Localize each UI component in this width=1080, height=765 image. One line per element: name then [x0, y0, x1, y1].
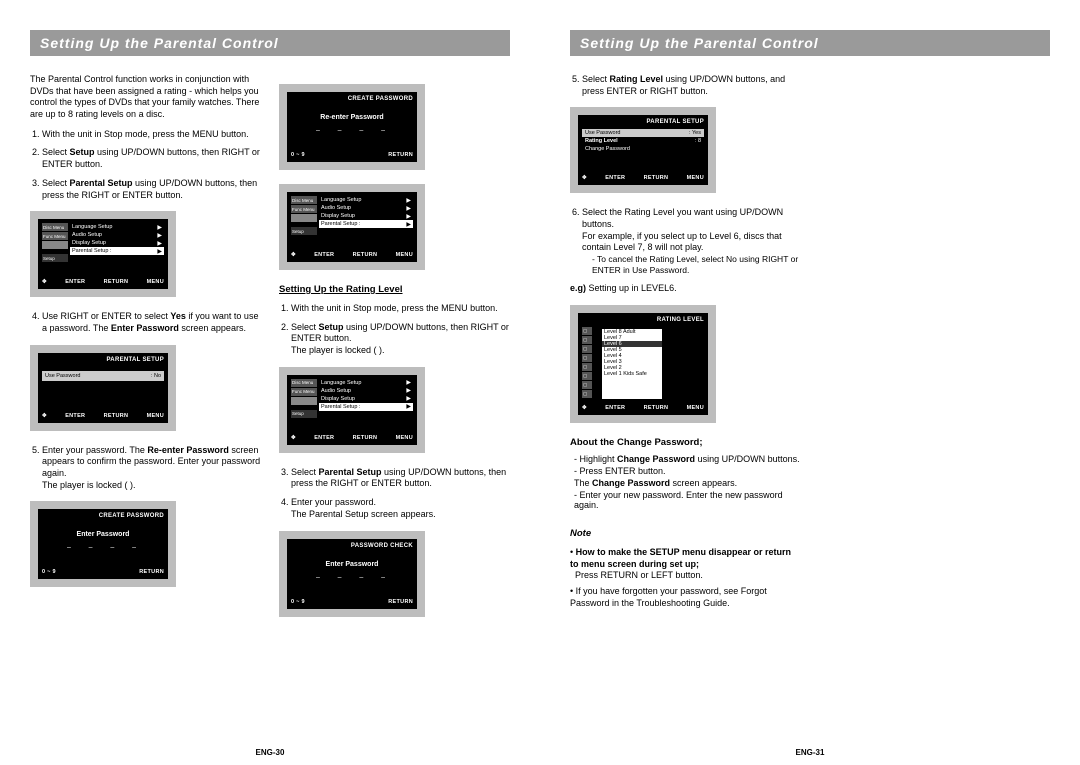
osd-rating-level: RATING LEVEL ▢▢▢▢▢▢▢▢ Level 8 Adult Leve…: [570, 305, 716, 423]
page-title-left: Setting Up the Parental Control: [30, 30, 510, 56]
r-step-2: Select Setup using UP/DOWN buttons, then…: [291, 322, 510, 357]
step-2: Select Setup using UP/DOWN buttons, then…: [42, 147, 261, 170]
osd-parental-no: PARENTAL SETUP Use Password: No ✥ENTERRE…: [30, 345, 176, 431]
osd-setup-menu-2: Disc Menu Func Menu Setup Language Setup…: [279, 184, 425, 270]
r-step-1: With the unit in Stop mode, press the ME…: [291, 303, 510, 315]
rating-level-heading: Setting Up the Rating Level: [279, 284, 510, 295]
r-step-4: Enter your password.The Parental Setup s…: [291, 497, 510, 520]
example-text: e.g) Setting up in LEVEL6.: [570, 283, 801, 295]
page-number-right: ENG-31: [540, 748, 1080, 757]
osd-password-check: PASSWORD CHECK Enter Password – – – – 0 …: [279, 531, 425, 617]
page-right: Setting Up the Parental Control Select R…: [540, 0, 1080, 765]
osd-parental-full: PARENTAL SETUP Use Password: Yes Rating …: [570, 107, 716, 193]
left-col-1: The Parental Control function works in c…: [30, 74, 261, 631]
note-heading: Note: [570, 528, 801, 539]
step-5: Enter your password. The Re-enter Passwo…: [42, 445, 261, 492]
about-change-password-head: About the Change Password;: [570, 437, 801, 448]
manual-spread: Setting Up the Parental Control The Pare…: [0, 0, 1080, 765]
osd-reenter-password: CREATE PASSWORD Re-enter Password – – – …: [279, 84, 425, 170]
right-col-2: [819, 74, 1050, 613]
step-3: Select Parental Setup using UP/DOWN butt…: [42, 178, 261, 201]
left-col-2: CREATE PASSWORD Re-enter Password – – – …: [279, 74, 510, 631]
page-left: Setting Up the Parental Control The Pare…: [0, 0, 540, 765]
osd-setup-menu-1: Disc Menu Func Menu Setup Language Setup…: [30, 211, 176, 297]
r-step-3: Select Parental Setup using UP/DOWN butt…: [291, 467, 510, 490]
page-number-left: ENG-30: [0, 748, 540, 757]
note-body: • How to make the SETUP menu disappear o…: [570, 547, 801, 609]
page-title-right: Setting Up the Parental Control: [570, 30, 1050, 56]
osd-setup-menu-3: Disc Menu Func Menu Setup Language Setup…: [279, 367, 425, 453]
step-4: Use RIGHT or ENTER to select Yes if you …: [42, 311, 261, 334]
right-col-1: Select Rating Level using UP/DOWN button…: [570, 74, 801, 613]
right-step-6: Select the Rating Level you want using U…: [582, 207, 801, 276]
intro-text: The Parental Control function works in c…: [30, 74, 261, 121]
step-1: With the unit in Stop mode, press the ME…: [42, 129, 261, 141]
osd-enter-password: CREATE PASSWORD Enter Password – – – – 0…: [30, 501, 176, 587]
about-change-password-body: - Highlight Change Password using UP/DOW…: [574, 454, 801, 510]
right-step-5: Select Rating Level using UP/DOWN button…: [582, 74, 801, 97]
